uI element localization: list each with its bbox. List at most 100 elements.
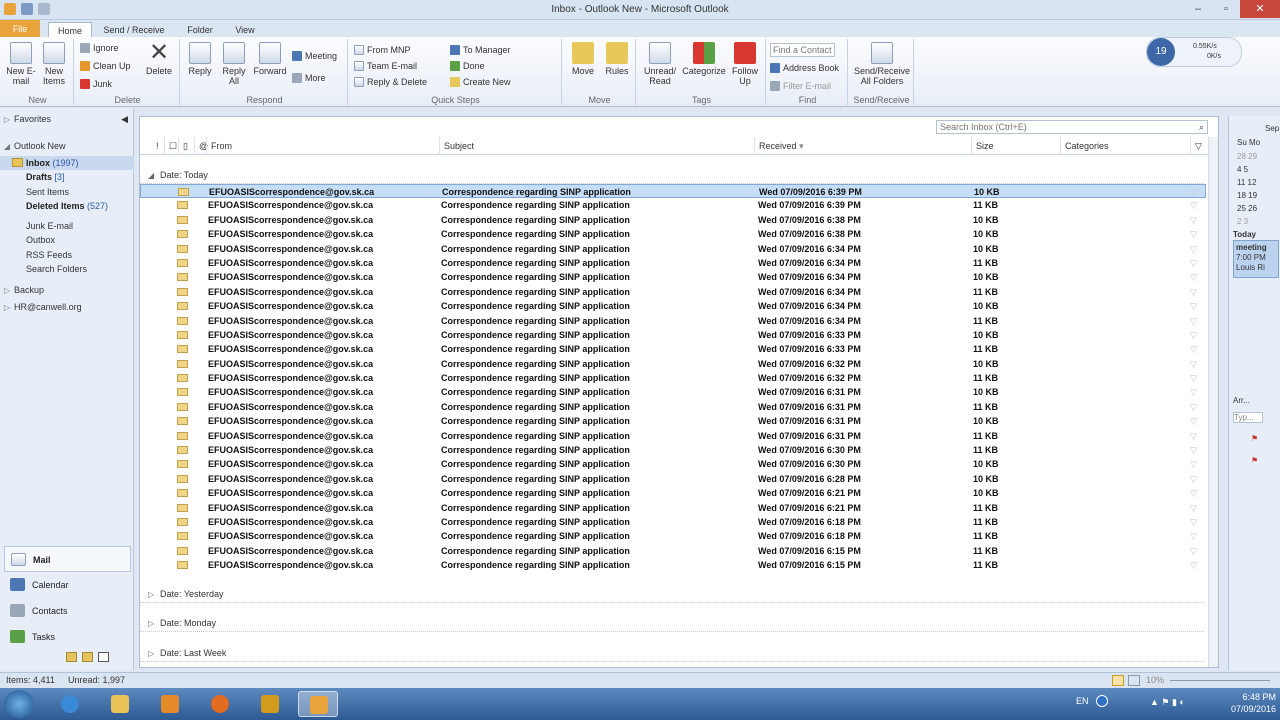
new-email-button[interactable]: New E-mail <box>6 42 36 86</box>
type-new-task-input[interactable]: Typ... <box>1233 412 1263 423</box>
flag-icon[interactable]: ▽ <box>1190 358 1197 370</box>
group-header-today[interactable]: ◢ Date: Today <box>140 166 1204 184</box>
appointment-item[interactable]: meeting 7:00 PM Louis Ri <box>1233 240 1279 278</box>
junk-button[interactable]: Junk <box>80 79 112 89</box>
message-row[interactable]: EFUOASIScorrespondence@gov.sk.ca Correspo… <box>140 501 1206 515</box>
calendar-week-4[interactable]: 18 19 <box>1237 191 1257 200</box>
system-clock[interactable]: 6:48 PM 07/09/2016 <box>1231 691 1276 715</box>
column-size[interactable]: Size <box>971 137 1060 155</box>
flag-icon[interactable]: ▽ <box>1190 372 1197 384</box>
group-header-monday[interactable]: ▷ Date: Monday <box>140 614 1204 632</box>
ignore-button[interactable]: Ignore <box>80 43 119 53</box>
column-subject[interactable]: Subject <box>439 137 754 155</box>
forward-button[interactable]: Forward <box>252 42 288 76</box>
module-contacts[interactable]: Contacts <box>4 598 131 624</box>
taskbar-media-player[interactable] <box>150 691 190 717</box>
follow-up-button[interactable]: Follow Up <box>728 42 762 86</box>
flag-icon[interactable]: ▽ <box>1190 329 1197 341</box>
message-row[interactable]: EFUOASIScorrespondence@gov.sk.ca Correspo… <box>140 371 1206 385</box>
message-row[interactable]: EFUOASIScorrespondence@gov.sk.ca Correspo… <box>140 472 1206 486</box>
clean-up-button[interactable]: Clean Up <box>80 61 131 71</box>
move-button[interactable]: Move <box>566 42 600 76</box>
quick-step-from-mnp[interactable]: From MNP <box>354 45 411 55</box>
maximize-button[interactable]: ▫ <box>1212 0 1240 18</box>
calendar-week-2[interactable]: 4 5 <box>1237 165 1248 174</box>
new-items-button[interactable]: New Items <box>38 42 70 86</box>
flag-icon[interactable]: ▽ <box>1190 214 1197 226</box>
message-row[interactable]: EFUOASIScorrespondence@gov.sk.ca Correspo… <box>140 184 1206 199</box>
quick-step-create-new[interactable]: Create New <box>450 77 511 87</box>
tab-view[interactable]: View <box>228 22 262 38</box>
notes-icon[interactable] <box>66 652 77 662</box>
message-row[interactable]: EFUOASIScorrespondence@gov.sk.ca Correspo… <box>140 385 1206 399</box>
flag-icon[interactable]: ▽ <box>1190 473 1197 485</box>
collapse-pane-icon[interactable]: ◀ <box>121 112 128 126</box>
icon-column-icon[interactable]: ▯ <box>178 137 194 155</box>
message-row[interactable]: EFUOASIScorrespondence@gov.sk.ca Correspo… <box>140 400 1206 414</box>
flag-icon[interactable]: ▽ <box>1190 386 1197 398</box>
module-tasks[interactable]: Tasks <box>4 624 131 650</box>
tab-file[interactable]: File <box>0 20 40 38</box>
message-row[interactable]: EFUOASIScorrespondence@gov.sk.ca Correspo… <box>140 486 1206 500</box>
message-row[interactable]: EFUOASIScorrespondence@gov.sk.ca Correspo… <box>140 414 1206 428</box>
message-row[interactable]: EFUOASIScorrespondence@gov.sk.ca Correspo… <box>140 357 1206 371</box>
calendar-week-6[interactable]: 2 3 <box>1237 217 1248 226</box>
flag-icon[interactable]: ▽ <box>1190 243 1197 255</box>
close-button[interactable]: ✕ <box>1240 0 1280 18</box>
flag-icon[interactable]: ▽ <box>1190 415 1197 427</box>
message-row[interactable]: EFUOASIScorrespondence@gov.sk.ca Correspo… <box>140 198 1206 212</box>
find-contact-input[interactable]: Find a Contact <box>770 43 835 57</box>
flag-icon[interactable]: ▽ <box>1190 199 1197 211</box>
message-row[interactable]: EFUOASIScorrespondence@gov.sk.ca Correspo… <box>140 544 1206 558</box>
taskbar-explorer[interactable] <box>100 691 140 717</box>
folder-sent-items[interactable]: Sent Items <box>0 185 134 199</box>
task-flag-icon[interactable]: ⚑ <box>1251 456 1258 465</box>
importance-column-icon[interactable]: ! <box>152 137 164 155</box>
message-row[interactable]: EFUOASIScorrespondence@gov.sk.ca Correspo… <box>140 457 1206 471</box>
categorize-button[interactable]: Categorize <box>682 42 726 76</box>
flag-icon[interactable]: ▽ <box>1190 315 1197 327</box>
reading-view-icon[interactable] <box>1128 675 1140 686</box>
message-row[interactable]: EFUOASIScorrespondence@gov.sk.ca Correspo… <box>140 529 1206 543</box>
flag-icon[interactable]: ▽ <box>1190 559 1197 571</box>
message-row[interactable]: EFUOASIScorrespondence@gov.sk.ca Correspo… <box>140 429 1206 443</box>
taskbar-shield-app[interactable] <box>250 691 290 717</box>
flag-icon[interactable]: ▽ <box>1190 545 1197 557</box>
tray-icons[interactable]: ▲ ⚑ ▮ ◐ <box>1150 697 1185 708</box>
message-row[interactable]: EFUOASIScorrespondence@gov.sk.ca Correspo… <box>140 515 1206 529</box>
shortcuts-icon[interactable] <box>98 652 109 662</box>
calendar-week-5[interactable]: 25 26 <box>1237 204 1257 213</box>
folder-outbox[interactable]: Outbox <box>0 233 134 247</box>
folder-drafts[interactable]: Drafts [3] <box>0 170 134 184</box>
task-flag-icon[interactable]: ⚑ <box>1251 434 1258 443</box>
module-calendar[interactable]: Calendar <box>4 572 131 598</box>
zoom-slider[interactable] <box>1170 680 1270 681</box>
folder-rss-feeds[interactable]: RSS Feeds <box>0 248 134 262</box>
flag-icon[interactable]: ▽ <box>1191 186 1198 198</box>
quick-step-to-manager[interactable]: To Manager <box>450 45 511 55</box>
reply-button[interactable]: Reply <box>184 42 216 76</box>
message-row[interactable]: EFUOASIScorrespondence@gov.sk.ca Correspo… <box>140 256 1206 270</box>
tab-folder[interactable]: Folder <box>180 22 220 38</box>
flag-column-icon[interactable]: ▽ <box>1190 137 1206 155</box>
language-indicator[interactable]: EN <box>1076 696 1089 706</box>
message-row[interactable]: EFUOASIScorrespondence@gov.sk.ca Correspo… <box>140 299 1206 313</box>
flag-icon[interactable]: ▽ <box>1190 444 1197 456</box>
calendar-week-3[interactable]: 11 12 <box>1237 178 1256 187</box>
message-row[interactable]: EFUOASIScorrespondence@gov.sk.ca Correspo… <box>140 328 1206 342</box>
start-button[interactable] <box>4 690 34 718</box>
minimize-button[interactable]: – <box>1184 0 1212 18</box>
account-backup[interactable]: ▷ Backup <box>0 283 134 297</box>
message-row[interactable]: EFUOASIScorrespondence@gov.sk.ca Correspo… <box>140 558 1206 572</box>
tab-send-receive[interactable]: Send / Receive <box>102 22 166 38</box>
account-outlook-new[interactable]: ◢ Outlook New <box>0 139 134 153</box>
flag-icon[interactable]: ▽ <box>1190 516 1197 528</box>
message-row[interactable]: EFUOASIScorrespondence@gov.sk.ca Correspo… <box>140 443 1206 457</box>
send-receive-all-button[interactable]: Send/Receive All Folders <box>852 42 912 86</box>
calendar-week-1[interactable]: 28 29 <box>1237 152 1257 161</box>
column-categories[interactable]: Categories <box>1060 137 1190 155</box>
meeting-button[interactable]: Meeting <box>292 51 337 61</box>
flag-icon[interactable]: ▽ <box>1190 286 1197 298</box>
favorites-header[interactable]: ▷ Favorites ◀ <box>0 112 134 126</box>
search-inbox-input[interactable]: Search Inbox (Ctrl+E) ⌕ <box>936 120 1208 134</box>
